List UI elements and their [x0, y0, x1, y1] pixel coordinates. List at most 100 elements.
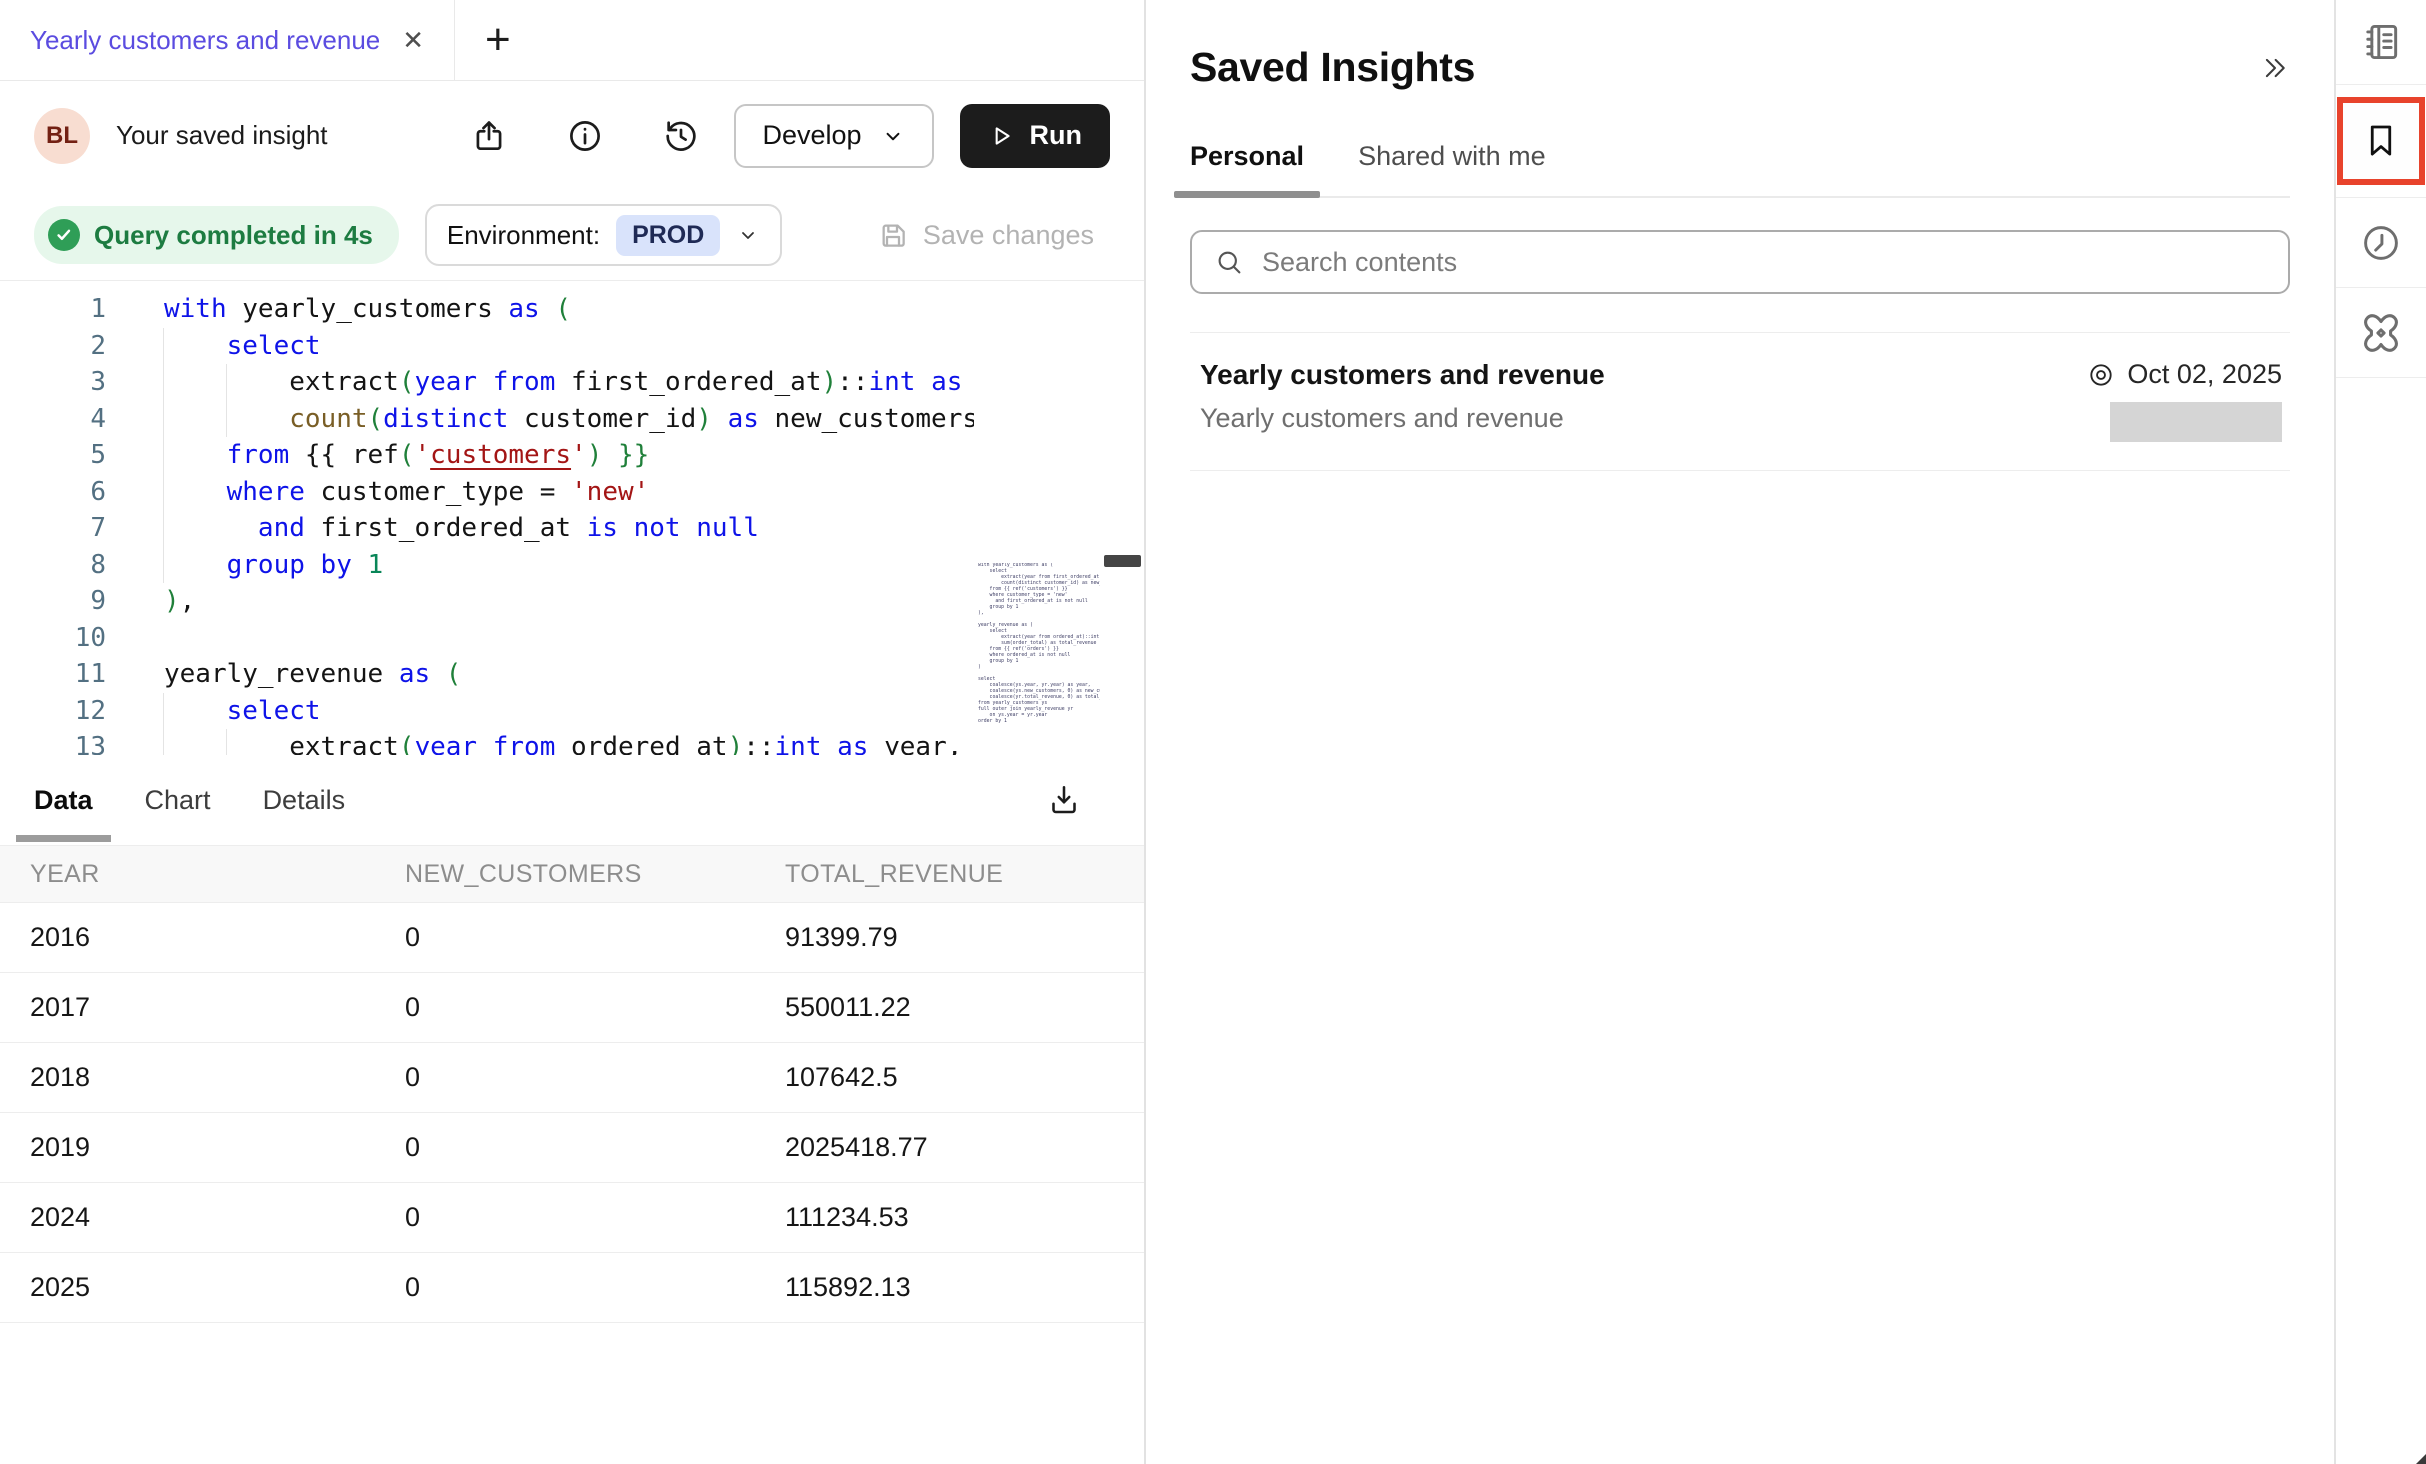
toolbar-icon-group: [470, 117, 700, 155]
code-token: first_ordered_at: [305, 513, 587, 543]
code-token: as: [728, 404, 759, 434]
resize-grip[interactable]: [2416, 1454, 2426, 1464]
line-number: 13: [0, 729, 106, 755]
code-line[interactable]: with yearly_customers as (: [164, 291, 974, 328]
insight-title: Your saved insight: [116, 120, 328, 151]
code-token: with: [164, 294, 227, 324]
collapse-panel-icon[interactable]: [2260, 53, 2290, 83]
code-token: int: [775, 732, 822, 755]
code-token: as: [508, 294, 539, 324]
insight-item-meta: Oct 02, 2025: [2087, 359, 2282, 390]
download-icon[interactable]: [1046, 782, 1082, 818]
tab-yearly-customers-and-revenue[interactable]: Yearly customers and revenue ✕: [0, 0, 455, 80]
new-tab-button[interactable]: +: [485, 22, 511, 57]
table-row[interactable]: 20240111234.53: [0, 1183, 1144, 1253]
code-token: {{ ref: [289, 440, 399, 470]
code-line[interactable]: and first_ordered_at is not null: [164, 510, 974, 547]
results-tab-details[interactable]: Details: [263, 785, 346, 816]
develop-button[interactable]: Develop: [734, 104, 933, 168]
results-tab-data[interactable]: Data: [34, 785, 93, 816]
run-label: Run: [1030, 120, 1082, 151]
code-line[interactable]: group by 1: [164, 547, 974, 584]
editor-scrollbar-thumb[interactable]: [1104, 555, 1141, 567]
code-token: ::: [743, 732, 774, 755]
code-token: ): [164, 586, 180, 616]
code-token: [602, 440, 618, 470]
code-token: select: [227, 331, 321, 361]
code-line[interactable]: select: [164, 328, 974, 365]
query-status-badge: Query completed in 4s: [34, 206, 399, 264]
dbt-logo-icon[interactable]: [2336, 288, 2426, 377]
results-tab-chart[interactable]: Chart: [145, 785, 211, 816]
code-line[interactable]: select: [164, 693, 974, 730]
code-line[interactable]: count(distinct customer_id) as new_custo…: [164, 401, 974, 438]
code-line[interactable]: from {{ ref('customers') }}: [164, 437, 974, 474]
code-token: ): [587, 440, 603, 470]
environment-selector[interactable]: Environment: PROD: [425, 204, 782, 266]
code-lines[interactable]: with yearly_customers as ( select extrac…: [164, 291, 974, 755]
code-token: from: [493, 367, 556, 397]
editor-panel: Yearly customers and revenue ✕ + BL Your…: [0, 0, 1146, 1464]
code-token: [430, 659, 446, 689]
code-token: 'new': [571, 477, 649, 507]
column-header: NEW_CUSTOMERS: [405, 860, 785, 889]
table-cell: 2025: [30, 1272, 405, 1303]
insights-tab-shared-with-me[interactable]: Shared with me: [1358, 141, 1546, 196]
code-token: [164, 331, 227, 361]
table-row[interactable]: 20250115892.13: [0, 1253, 1144, 1323]
table-row[interactable]: 201902025418.77: [0, 1113, 1144, 1183]
code-line[interactable]: extract(year from ordered_at)::int as ye…: [164, 729, 974, 755]
search-box[interactable]: [1190, 230, 2290, 294]
run-button[interactable]: Run: [960, 104, 1110, 168]
code-token: ::: [837, 367, 868, 397]
insight-item-text: Yearly customers and revenue Yearly cust…: [1200, 359, 1605, 442]
notebook-icon[interactable]: [2336, 0, 2426, 84]
line-number: 3: [0, 364, 106, 401]
save-changes-button[interactable]: Save changes: [877, 219, 1094, 251]
develop-label: Develop: [762, 120, 861, 151]
table-cell: 0: [405, 1272, 785, 1303]
code-token: (: [446, 659, 462, 689]
insight-item-meta-column: Oct 02, 2025: [2087, 359, 2282, 442]
code-token: [164, 550, 227, 580]
line-number: 12: [0, 693, 106, 730]
insight-list-item[interactable]: Yearly customers and revenue Yearly cust…: [1190, 333, 2290, 471]
table-row[interactable]: 20180107642.5: [0, 1043, 1144, 1113]
line-number: 2: [0, 328, 106, 365]
bookmark-icon-active[interactable]: [2337, 97, 2425, 185]
code-token: ': [571, 440, 587, 470]
code-token: ): [821, 367, 837, 397]
code-line[interactable]: yearly_revenue as (: [164, 656, 974, 693]
editor-minimap[interactable]: with yearly_customers as ( select extrac…: [978, 563, 1100, 753]
code-token: [164, 440, 227, 470]
environment-label: Environment:: [447, 220, 600, 251]
history-icon[interactable]: [662, 117, 700, 155]
code-line[interactable]: [164, 620, 974, 657]
code-line[interactable]: ),: [164, 583, 974, 620]
close-tab-icon[interactable]: ✕: [402, 27, 424, 53]
code-token: first_ordered_at: [555, 367, 821, 397]
code-line[interactable]: extract(year from first_ordered_at)::int…: [164, 364, 974, 401]
table-cell: 111234.53: [785, 1202, 1144, 1233]
panel-title: Saved Insights: [1190, 44, 1475, 91]
code-token: select: [227, 696, 321, 726]
table-row[interactable]: 2016091399.79: [0, 903, 1144, 973]
code-token: new_customers: [759, 404, 974, 434]
sql-editor[interactable]: 12345678910111213 with yearly_customers …: [0, 280, 1144, 755]
table-row[interactable]: 20170550011.22: [0, 973, 1144, 1043]
info-icon[interactable]: [566, 117, 604, 155]
code-token: as: [837, 732, 868, 755]
table-cell: 91399.79: [785, 922, 1144, 953]
insights-tabs: Personal Shared with me: [1190, 141, 2290, 198]
code-token: extract: [164, 367, 399, 397]
code-token: year,: [868, 732, 962, 755]
line-number: 5: [0, 437, 106, 474]
table-cell: 115892.13: [785, 1272, 1144, 1303]
history-clock-icon[interactable]: [2336, 198, 2426, 287]
search-input[interactable]: [1262, 247, 2266, 278]
code-line[interactable]: where customer_type = 'new': [164, 474, 974, 511]
right-icon-rail: [2334, 0, 2426, 1464]
check-icon: [48, 219, 80, 251]
insights-tab-personal[interactable]: Personal: [1190, 141, 1304, 196]
share-icon[interactable]: [470, 117, 508, 155]
